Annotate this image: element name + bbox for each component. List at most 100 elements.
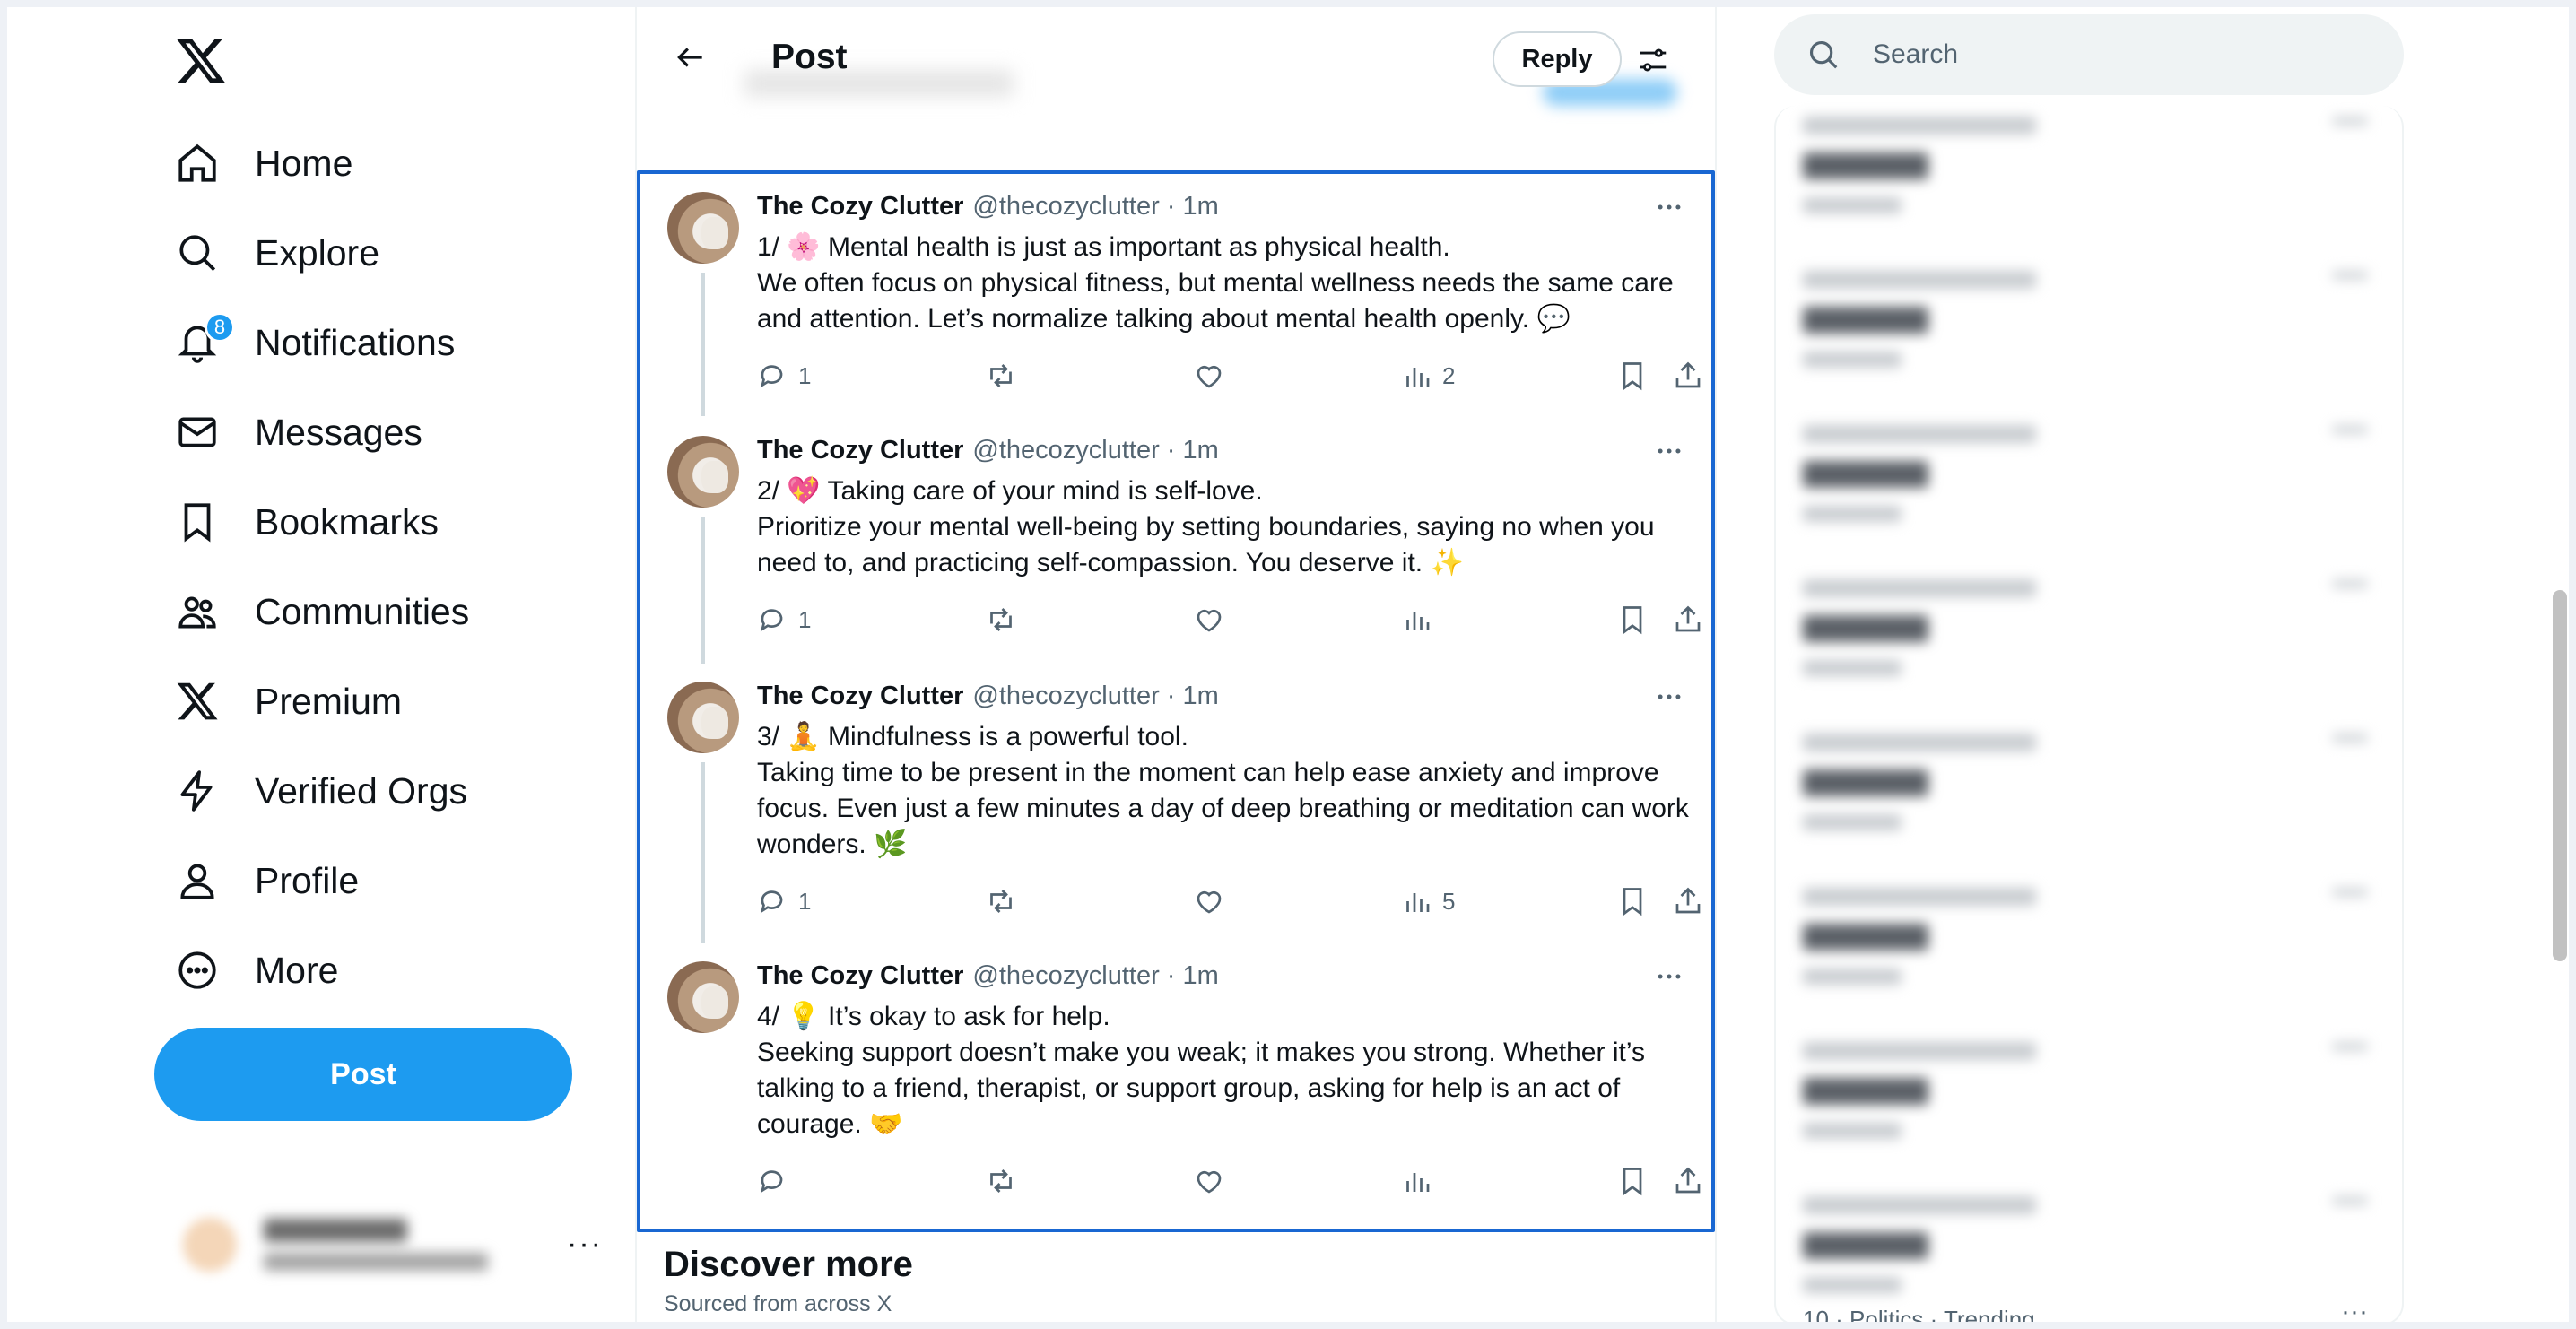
trend-more-icon[interactable]: ··· <box>2341 1297 2368 1322</box>
share-action[interactable] <box>1672 879 1704 924</box>
views-icon <box>1401 885 1433 917</box>
bookmark-action[interactable] <box>1616 353 1649 398</box>
nav-profile[interactable]: Profile <box>174 845 359 916</box>
bookmark-icon <box>1616 360 1649 392</box>
nav-explore[interactable]: Explore <box>174 217 379 289</box>
like-action[interactable] <box>1193 1159 1234 1203</box>
tweet[interactable]: The Cozy Clutter @thecozyclutter · 1m 1/… <box>640 174 1711 418</box>
share-icon <box>1672 360 1704 392</box>
views-icon <box>1401 360 1433 392</box>
trend-item-blurred[interactable] <box>1803 579 2377 723</box>
author-name[interactable]: The Cozy Clutter <box>757 436 963 465</box>
search-box[interactable] <box>1774 14 2404 95</box>
timestamp[interactable]: 1m <box>1182 192 1218 222</box>
author-handle[interactable]: @thecozyclutter <box>972 682 1159 711</box>
timestamp[interactable]: 1m <box>1182 682 1218 711</box>
search-input[interactable] <box>1873 39 2375 70</box>
nav-communities[interactable]: Communities <box>174 576 469 647</box>
nav-bookmarks[interactable]: Bookmarks <box>174 486 439 558</box>
nav-home[interactable]: Home <box>174 127 352 199</box>
bookmark-action[interactable] <box>1616 879 1649 924</box>
repost-action[interactable] <box>985 879 1026 924</box>
reply-action[interactable] <box>757 1159 798 1203</box>
trend-item-blurred[interactable] <box>1803 117 2377 260</box>
repost-action[interactable] <box>985 597 1026 642</box>
tweet[interactable]: The Cozy Clutter @thecozyclutter · 1m 3/… <box>640 664 1711 943</box>
repost-action[interactable] <box>985 1159 1026 1203</box>
bookmark-action[interactable] <box>1616 1159 1649 1203</box>
nav-messages[interactable]: Messages <box>174 396 422 468</box>
nav-label: Notifications <box>255 321 456 363</box>
bookmark-action[interactable] <box>1616 597 1649 642</box>
tweet-header: The Cozy Clutter @thecozyclutter · 1m <box>757 961 1219 991</box>
reply-count: 1 <box>798 605 812 633</box>
post-button[interactable]: Post <box>154 1028 572 1121</box>
avatar[interactable] <box>667 961 739 1033</box>
separator: · <box>1166 436 1176 465</box>
nav-label: Profile <box>255 859 360 901</box>
home-icon <box>174 140 221 187</box>
account-switcher[interactable]: ··· <box>183 1200 622 1290</box>
reply-action[interactable]: 1 <box>757 353 811 398</box>
share-icon <box>1672 604 1704 636</box>
avatar[interactable] <box>667 682 739 753</box>
thread-highlight: The Cozy Clutter @thecozyclutter · 1m 1/… <box>637 170 1715 1232</box>
like-action[interactable] <box>1193 353 1234 398</box>
timestamp[interactable]: 1m <box>1182 436 1218 465</box>
author-handle[interactable]: @thecozyclutter <box>972 192 1159 222</box>
heart-icon <box>1193 360 1225 392</box>
reply-action[interactable]: 1 <box>757 879 811 924</box>
separator: · <box>1166 682 1176 710</box>
share-action[interactable] <box>1672 353 1704 398</box>
trend-item-blurred[interactable] <box>1803 271 2377 414</box>
author-name[interactable]: The Cozy Clutter <box>757 682 963 711</box>
more-icon[interactable] <box>1654 961 1684 999</box>
author-handle[interactable]: @thecozyclutter <box>972 436 1159 465</box>
nav-notifications[interactable]: 8 Notifications <box>174 307 455 378</box>
nav-premium[interactable]: Premium <box>174 665 402 737</box>
views-action[interactable] <box>1401 1159 1442 1203</box>
trend-item-blurred[interactable] <box>1803 888 2377 1031</box>
heart-icon <box>1193 604 1225 636</box>
tweet[interactable]: The Cozy Clutter @thecozyclutter · 1m 2/… <box>640 418 1711 664</box>
repost-action[interactable] <box>985 353 1026 398</box>
more-icon[interactable] <box>1654 192 1684 230</box>
scrollbar[interactable] <box>2553 590 2567 961</box>
post-header: Post Reply <box>637 7 1715 106</box>
sliders-icon[interactable] <box>1632 39 1674 81</box>
tweet[interactable]: The Cozy Clutter @thecozyclutter · 1m 4/… <box>640 943 1711 1221</box>
bookmark-icon <box>1616 1165 1649 1197</box>
back-arrow-icon[interactable] <box>667 34 714 81</box>
author-name[interactable]: The Cozy Clutter <box>757 961 963 991</box>
nav-verified-orgs[interactable]: Verified Orgs <box>174 755 467 827</box>
trend-item-blurred[interactable] <box>1803 425 2377 569</box>
main-column: Post Reply The Cozy Clutter @thecozyclut… <box>637 7 1715 1322</box>
share-action[interactable] <box>1672 597 1704 642</box>
reply-button[interactable]: Reply <box>1493 31 1622 87</box>
reply-count: 1 <box>798 887 812 915</box>
trend-item-blurred[interactable] <box>1803 734 2377 877</box>
search-icon <box>1809 40 1838 69</box>
discover-subtitle: Sourced from across X <box>664 1291 892 1316</box>
x-logo-icon[interactable] <box>174 34 228 88</box>
author-name[interactable]: The Cozy Clutter <box>757 192 963 222</box>
views-action[interactable] <box>1401 597 1442 642</box>
like-action[interactable] <box>1193 879 1234 924</box>
avatar[interactable] <box>667 436 739 508</box>
more-icon[interactable] <box>1654 436 1684 473</box>
timestamp[interactable]: 1m <box>1182 961 1218 991</box>
trend-item-blurred[interactable] <box>1803 1042 2377 1186</box>
account-more-icon[interactable]: ··· <box>567 1227 603 1262</box>
views-action[interactable]: 5 <box>1401 879 1455 924</box>
share-action[interactable] <box>1672 1159 1704 1203</box>
tweet-text: 2/ 💖 Taking care of your mind is self-lo… <box>757 473 1690 581</box>
nav-more[interactable]: More <box>174 934 338 1006</box>
author-handle[interactable]: @thecozyclutter <box>972 961 1159 991</box>
nav-label: Bookmarks <box>255 500 439 543</box>
views-action[interactable]: 2 <box>1401 353 1455 398</box>
like-action[interactable] <box>1193 597 1234 642</box>
more-icon[interactable] <box>1654 682 1684 719</box>
trend-item-blurred[interactable] <box>1803 1196 2377 1322</box>
reply-action[interactable]: 1 <box>757 597 811 642</box>
avatar[interactable] <box>667 192 739 264</box>
